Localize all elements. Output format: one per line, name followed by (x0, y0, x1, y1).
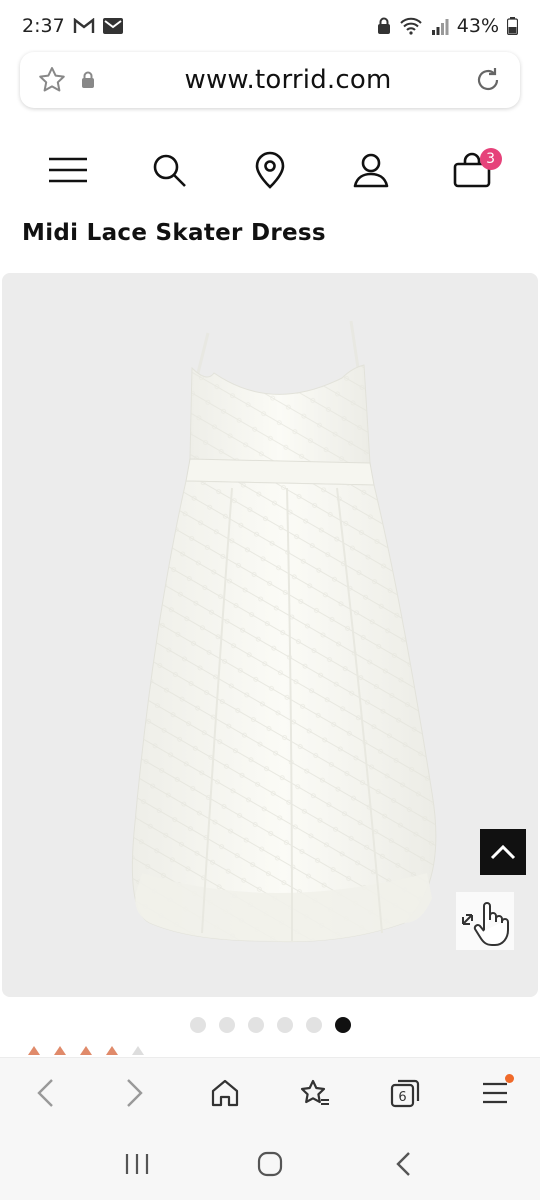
menu-icon[interactable] (44, 146, 92, 194)
star-empty-icon (132, 1046, 144, 1055)
dress-photo (131, 320, 437, 943)
home-icon[interactable] (200, 1068, 250, 1118)
notification-dot (505, 1073, 514, 1083)
store-locator-icon[interactable] (246, 146, 294, 194)
android-navigation-bar (0, 1127, 540, 1200)
gmail-icon (73, 18, 95, 34)
zoom-hand-icon (462, 902, 509, 946)
carousel-dot[interactable] (218, 1017, 235, 1033)
image-carousel-dots (0, 1017, 540, 1033)
wifi-icon (399, 17, 423, 35)
bookmarks-icon[interactable] (290, 1068, 340, 1118)
lock-icon[interactable] (70, 62, 106, 98)
back-icon[interactable] (20, 1068, 70, 1118)
home-button-icon[interactable] (245, 1139, 295, 1189)
product-title: Midi Lace Skater Dress (22, 220, 326, 246)
address-bar[interactable]: www.torrid.com (20, 52, 520, 108)
carousel-dot[interactable] (247, 1017, 264, 1033)
status-bar: 2:37 43% (0, 0, 540, 52)
bag-count-badge: 3 (479, 148, 502, 170)
recent-apps-icon[interactable] (112, 1139, 162, 1189)
tab-count: 6 (398, 1090, 406, 1105)
account-icon[interactable] (347, 146, 395, 194)
signal-icon (431, 17, 449, 35)
reload-icon[interactable] (470, 62, 506, 98)
battery-icon (507, 17, 518, 35)
url-text[interactable]: www.torrid.com (106, 65, 470, 95)
status-time: 2:37 (22, 15, 65, 37)
scroll-to-top-button[interactable] (480, 829, 526, 875)
star-icon[interactable] (34, 62, 70, 98)
chevron-up-icon (490, 844, 516, 860)
tabs-icon[interactable]: 6 (380, 1068, 430, 1118)
back-button-icon[interactable] (378, 1139, 428, 1189)
carousel-dot[interactable] (189, 1017, 206, 1033)
forward-icon[interactable] (110, 1068, 160, 1118)
carousel-dot[interactable] (276, 1017, 293, 1033)
star-filled-icon (54, 1046, 66, 1055)
search-icon[interactable] (145, 146, 193, 194)
star-filled-icon (80, 1046, 92, 1055)
product-image[interactable] (2, 273, 538, 997)
mail-icon (102, 18, 123, 34)
lock-icon (377, 17, 391, 35)
site-header: 3 (0, 130, 540, 210)
carousel-dot[interactable] (305, 1017, 322, 1033)
battery-level: 43% (456, 15, 499, 37)
star-filled-icon (28, 1046, 40, 1055)
bag-icon[interactable]: 3 (448, 146, 502, 194)
menu-icon[interactable] (470, 1068, 520, 1118)
rating-stars (28, 1046, 144, 1055)
carousel-dot-active[interactable] (334, 1017, 351, 1033)
star-filled-icon (106, 1046, 118, 1055)
browser-toolbar: 6 (0, 1057, 540, 1127)
zoom-image-button[interactable] (456, 892, 514, 950)
